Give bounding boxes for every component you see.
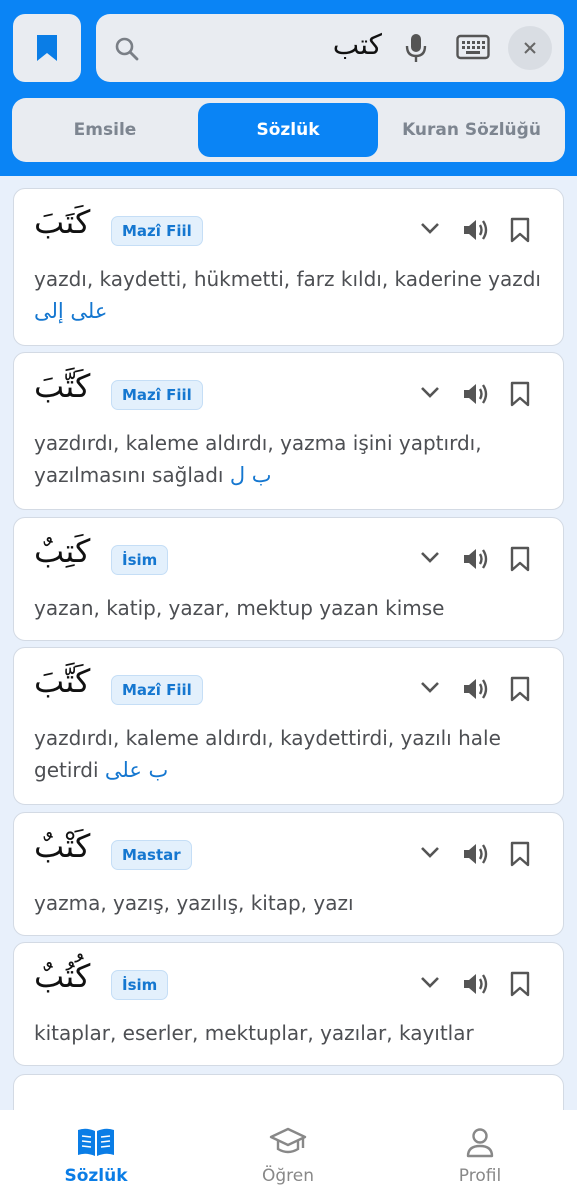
arabic-word: كَتْبٌ bbox=[34, 827, 91, 865]
keyboard-icon[interactable] bbox=[456, 34, 490, 60]
meaning-tr: yazma, yazış, yazılış, kitap, yazı bbox=[34, 891, 354, 915]
meaning-text: yazma, yazış, yazılış, kitap, yazı bbox=[34, 887, 549, 919]
chevron-down-icon[interactable] bbox=[419, 676, 441, 698]
bookmark-outline-icon[interactable] bbox=[509, 841, 531, 867]
meaning-text: yazdırdı, kaleme aldırdı, yazma işini ya… bbox=[34, 427, 549, 491]
preposition-text: على إلى bbox=[34, 299, 108, 323]
bookmark-outline-icon[interactable] bbox=[509, 217, 531, 243]
chevron-down-icon[interactable] bbox=[419, 971, 441, 993]
meaning-tr: yazan, katip, yazar, mektup yazan kimse bbox=[34, 596, 445, 620]
speaker-icon[interactable] bbox=[462, 676, 490, 702]
word-type-badge: İsim bbox=[111, 970, 169, 1000]
meaning-tr: kitaplar, eserler, mektuplar, yazılar, k… bbox=[34, 1021, 474, 1045]
bottom-navigation: Sözlük Öğren Profil bbox=[0, 1110, 577, 1200]
nav-ogren[interactable]: Öğren bbox=[192, 1110, 384, 1200]
meaning-tr: yazdı, kaydetti, hükmetti, farz kıldı, k… bbox=[34, 267, 541, 291]
meaning-text: yazdırdı, kaleme aldırdı, kaydettirdi, y… bbox=[34, 722, 549, 786]
result-card[interactable]: كَتَبَ Mazî Fiil yazdı, kaydetti, hükmetti… bbox=[13, 188, 564, 346]
bookmark-outline-icon[interactable] bbox=[509, 971, 531, 997]
word-type-badge: İsim bbox=[111, 545, 169, 575]
nav-sozluk[interactable]: Sözlük bbox=[0, 1110, 192, 1200]
search-query[interactable]: كتب bbox=[333, 28, 382, 61]
bookmark-outline-icon[interactable] bbox=[509, 546, 531, 572]
result-card[interactable]: كَتِبٌ İsim yazan, katip, yazar, mektup ya… bbox=[13, 517, 564, 641]
preposition-text: ب ل bbox=[229, 463, 272, 487]
tab-bar: Emsile Sözlük Kuran Sözlüğü bbox=[12, 98, 565, 162]
word-type-badge: Mazî Fiil bbox=[111, 216, 203, 246]
arabic-word: كَتِبٌ bbox=[34, 532, 91, 570]
result-card[interactable]: كُتُبٌ İsim kitaplar, eserler, mektuplar, … bbox=[13, 942, 564, 1066]
user-icon bbox=[466, 1128, 494, 1158]
close-icon bbox=[524, 42, 536, 54]
result-card[interactable]: كَتَّبَ Mazî Fiil yazdırdı, kaleme aldırdı… bbox=[13, 647, 564, 805]
meaning-text: yazan, katip, yazar, mektup yazan kimse bbox=[34, 592, 549, 624]
speaker-icon[interactable] bbox=[462, 217, 490, 243]
tab-kuran-sozlugu[interactable]: Kuran Sözlüğü bbox=[378, 98, 565, 162]
search-input[interactable]: كتب bbox=[96, 14, 564, 82]
speaker-icon[interactable] bbox=[462, 841, 490, 867]
header: كتب Emsile Sözlük Kuran Sözlüğü bbox=[0, 0, 577, 176]
word-type-badge: Mastar bbox=[111, 840, 192, 870]
open-book-icon bbox=[78, 1128, 114, 1156]
word-type-badge: Mazî Fiil bbox=[111, 675, 203, 705]
search-icon bbox=[115, 37, 139, 61]
graduation-cap-icon bbox=[269, 1127, 307, 1154]
meaning-text: kitaplar, eserler, mektuplar, yazılar, k… bbox=[34, 1017, 549, 1049]
tab-sozluk[interactable]: Sözlük bbox=[198, 103, 378, 157]
chevron-down-icon[interactable] bbox=[419, 841, 441, 863]
bookmark-icon bbox=[37, 35, 57, 61]
meaning-text: yazdı, kaydetti, hükmetti, farz kıldı, k… bbox=[34, 263, 549, 327]
bookmark-outline-icon[interactable] bbox=[509, 676, 531, 702]
nav-label: Profil bbox=[458, 1166, 502, 1186]
clear-search-button[interactable] bbox=[508, 26, 552, 70]
speaker-icon[interactable] bbox=[462, 971, 490, 997]
chevron-down-icon[interactable] bbox=[419, 546, 441, 568]
preposition-text: ب على bbox=[104, 758, 169, 782]
result-card[interactable]: كَتَّبَ Mazî Fiil yazdırdı, kaleme aldırdı… bbox=[13, 352, 564, 510]
chevron-down-icon[interactable] bbox=[419, 381, 441, 403]
result-card[interactable]: كَتْبٌ Mastar yazma, yazış, yazılış, kitap… bbox=[13, 812, 564, 936]
arabic-word: كَتَبَ bbox=[34, 203, 91, 241]
arabic-word: كَتَّبَ bbox=[34, 662, 91, 700]
bookmarks-button[interactable] bbox=[13, 14, 81, 82]
tab-emsile[interactable]: Emsile bbox=[12, 98, 198, 162]
speaker-icon[interactable] bbox=[462, 546, 490, 572]
chevron-down-icon[interactable] bbox=[419, 217, 441, 239]
microphone-icon[interactable] bbox=[404, 32, 428, 64]
nav-label: Sözlük bbox=[64, 1166, 128, 1186]
arabic-word: كُتُبٌ bbox=[34, 957, 91, 995]
arabic-word: كَتَّبَ bbox=[34, 367, 91, 405]
nav-label: Öğren bbox=[261, 1166, 315, 1186]
word-type-badge: Mazî Fiil bbox=[111, 380, 203, 410]
bookmark-outline-icon[interactable] bbox=[509, 381, 531, 407]
speaker-icon[interactable] bbox=[462, 381, 490, 407]
nav-profil[interactable]: Profil bbox=[384, 1110, 576, 1200]
